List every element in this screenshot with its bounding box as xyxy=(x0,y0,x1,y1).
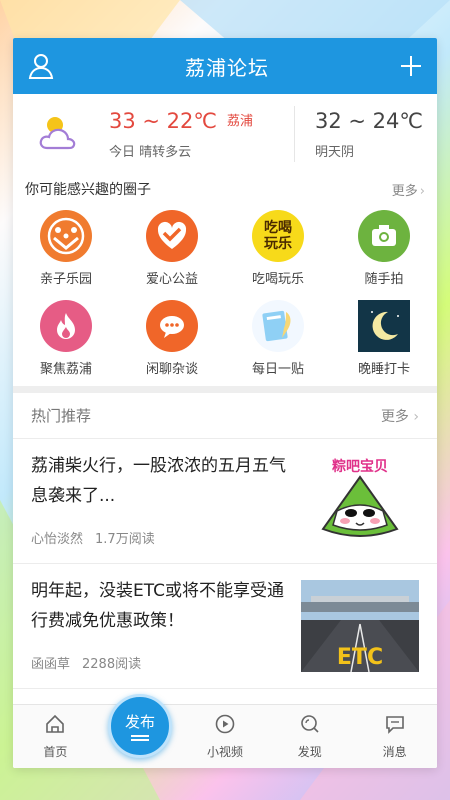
heart-icon xyxy=(146,210,198,262)
circles-title: 你可能感兴趣的圈子 xyxy=(25,182,151,198)
circle-item-snapshot[interactable]: 随手拍 xyxy=(331,204,437,294)
more-label: 更多 xyxy=(391,183,418,199)
section-divider xyxy=(13,386,437,393)
home-icon xyxy=(44,713,66,739)
discover-icon xyxy=(299,713,321,739)
article-title: 明年起，没装ETC或将不能享受通行费减免优惠政策！ xyxy=(31,581,284,631)
top-bar: 荔浦论坛 xyxy=(13,38,437,94)
more-label: 更多 xyxy=(380,408,409,425)
zongzi-thumbnail: 粽吧宝贝 xyxy=(301,455,419,547)
circle-item-charity[interactable]: 爱心公益 xyxy=(119,204,225,294)
circle-item-parenting[interactable]: 亲子乐园 xyxy=(13,204,119,294)
chevron-right-icon: › xyxy=(413,408,419,425)
article-author: 函函草 xyxy=(31,657,71,672)
icon-text: 玩乐 xyxy=(264,236,292,252)
message-icon xyxy=(384,713,406,739)
circle-label: 闲聊杂谈 xyxy=(145,362,198,377)
family-icon xyxy=(40,210,92,262)
chevron-right-icon: › xyxy=(419,183,425,199)
tomorrow-temp: 32 ~ 24℃ xyxy=(315,108,423,133)
chat-icon xyxy=(146,300,198,352)
camera-icon xyxy=(358,210,410,262)
icon-text: 吃喝 xyxy=(264,220,292,236)
article-reads: 1.7万阅读 xyxy=(95,532,155,547)
publish-button[interactable]: 发布 xyxy=(108,694,172,758)
moon-icon xyxy=(358,300,410,352)
article-item[interactable]: 明年起，没装ETC或将不能享受通行费减免优惠政策！ 函函草 2288阅读 ETC xyxy=(13,564,437,689)
divider xyxy=(294,106,295,162)
circle-label: 聚焦荔浦 xyxy=(39,362,92,377)
hot-more-link[interactable]: 更多 › xyxy=(381,406,419,426)
tab-home[interactable]: 首页 xyxy=(13,705,98,768)
circle-label: 吃喝玩乐 xyxy=(251,272,304,287)
circles-header: 你可能感兴趣的圈子 更多 › xyxy=(13,174,437,204)
notebook-feather-icon xyxy=(252,300,304,352)
video-icon xyxy=(214,713,236,739)
article-author: 心怡淡然 xyxy=(31,532,84,547)
page-title: 荔浦论坛 xyxy=(185,55,269,80)
menu-bars-icon xyxy=(131,735,149,741)
city-name: 荔浦 xyxy=(226,113,253,129)
circles-grid: 亲子乐园 爱心公益 吃喝 玩乐 吃喝玩乐 随手拍 聚焦荔浦 闲聊杂谈 每日一贴 … xyxy=(13,204,437,384)
food-fun-icon: 吃喝 玩乐 xyxy=(252,210,304,262)
thumbnail-text: ETC xyxy=(337,645,383,670)
user-icon[interactable] xyxy=(27,52,55,80)
circle-label: 爱心公益 xyxy=(145,272,198,287)
tab-short-video[interactable]: 小视频 xyxy=(183,705,268,768)
flame-icon xyxy=(40,300,92,352)
publish-label: 发布 xyxy=(124,713,155,731)
circle-label: 每日一贴 xyxy=(251,362,304,377)
cloudy-moon-icon xyxy=(35,108,87,160)
article-title: 荔浦柴火行，一股浓浓的五月五气息袭来了... xyxy=(31,456,286,506)
etc-road-thumbnail: ETC xyxy=(301,580,419,673)
today-temp: 33 ~ 22℃ xyxy=(109,108,217,133)
tab-messages[interactable]: 消息 xyxy=(352,705,437,768)
tab-discover[interactable]: 发现 xyxy=(267,705,352,768)
tab-label: 小视频 xyxy=(206,745,243,759)
article-reads: 2288阅读 xyxy=(82,657,142,672)
thumbnail-text: 粽吧宝贝 xyxy=(332,458,388,475)
app-frame: 荔浦论坛 33 ~ 22℃ 荔浦 今日 晴转多云 32 ~ 24℃ 明天阴 你可能… xyxy=(13,38,437,768)
circle-item-chat[interactable]: 闲聊杂谈 xyxy=(119,294,225,384)
circle-label: 晚睡打卡 xyxy=(357,362,410,377)
bottom-tab-bar: 首页 小视频 发现 消息 xyxy=(13,704,437,768)
hot-title: 热门推荐 xyxy=(31,407,92,425)
tab-label: 发现 xyxy=(297,745,322,759)
tab-label: 消息 xyxy=(382,745,407,759)
article-item[interactable]: 荔浦柴火行，一股浓浓的五月五气息袭来了... 心怡淡然 1.7万阅读 粽吧宝贝 xyxy=(13,439,437,564)
circle-item-focus[interactable]: 聚焦荔浦 xyxy=(13,294,119,384)
circle-label: 亲子乐园 xyxy=(39,272,92,287)
hot-header: 热门推荐 更多 › xyxy=(13,393,437,439)
weather-panel[interactable]: 33 ~ 22℃ 荔浦 今日 晴转多云 32 ~ 24℃ 明天阴 xyxy=(13,94,437,174)
circle-item-night-checkin[interactable]: 晚睡打卡 xyxy=(331,294,437,384)
plus-icon[interactable] xyxy=(399,54,423,78)
circle-item-daily-post[interactable]: 每日一贴 xyxy=(225,294,331,384)
today-desc: 今日 晴转多云 xyxy=(109,144,192,160)
tomorrow-desc: 明天阴 xyxy=(315,144,355,160)
circle-item-food-fun[interactable]: 吃喝 玩乐 吃喝玩乐 xyxy=(225,204,331,294)
tab-label: 首页 xyxy=(43,745,68,759)
circles-more-link[interactable]: 更多 › xyxy=(392,180,425,199)
circle-label: 随手拍 xyxy=(364,272,404,287)
